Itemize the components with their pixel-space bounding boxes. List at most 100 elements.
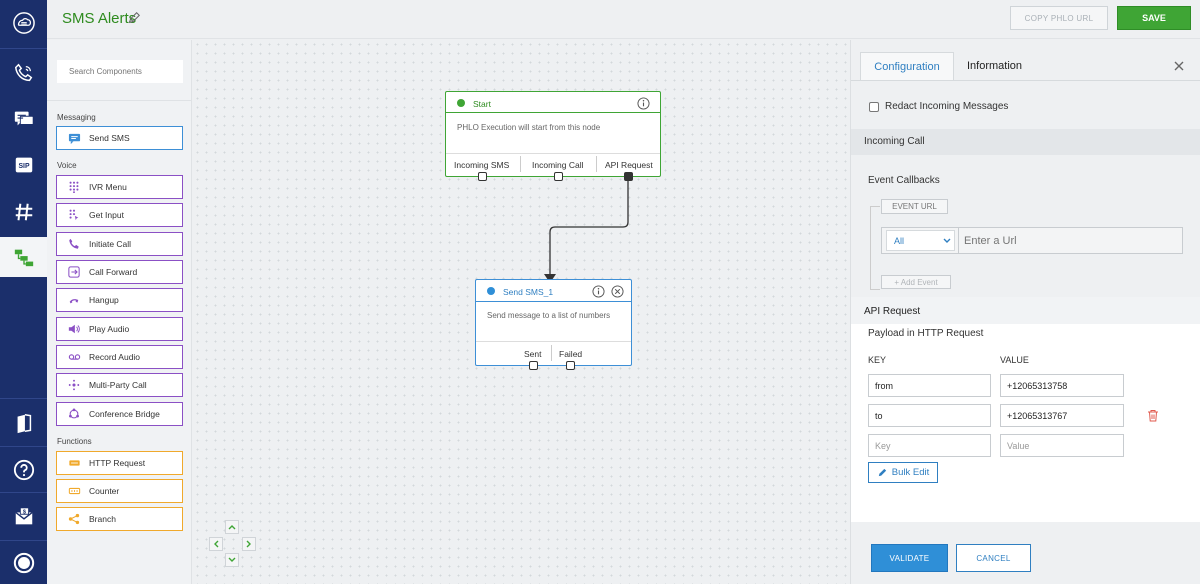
component-send-sms[interactable]: Send SMS [56, 126, 183, 150]
value-input[interactable] [1000, 434, 1124, 457]
component-label: IVR Menu [89, 182, 127, 192]
billing-icon[interactable]: $ [0, 494, 47, 540]
component-initiate-call[interactable]: Initiate Call [56, 232, 183, 256]
socket-api-request[interactable] [624, 172, 633, 181]
key-column-header: KEY [868, 355, 887, 365]
component-call-forward[interactable]: Call Forward [56, 260, 183, 284]
messaging-icon[interactable] [0, 96, 47, 142]
info-icon[interactable] [592, 285, 605, 298]
validate-button[interactable]: VALIDATE [871, 544, 948, 572]
component-branch[interactable]: Branch [56, 507, 183, 531]
phone-icon[interactable] [0, 50, 47, 96]
copy-phlo-url-button[interactable]: COPY PHLO URL [1010, 6, 1108, 30]
chevron-down-icon [943, 238, 951, 243]
bulk-edit-button[interactable]: Bulk Edit [868, 462, 938, 483]
components-panel: Messaging Send SMS Voice IVR Menu Get In… [47, 40, 192, 584]
start-node[interactable]: Start PHLO Execution will start from thi… [445, 91, 661, 181]
node-description: Send message to a list of numbers [487, 311, 611, 320]
bulk-edit-label: Bulk Edit [891, 467, 930, 478]
node-title: Send SMS_1 [503, 287, 554, 297]
status-dot [487, 287, 495, 295]
port-failed: Failed [559, 349, 583, 359]
trash-icon[interactable] [1147, 409, 1159, 422]
event-callbacks-label: Event Callbacks [868, 175, 940, 186]
component-label: Play Audio [89, 324, 130, 334]
socket-incoming-sms[interactable] [478, 172, 487, 181]
component-http-request[interactable]: HTTP Request [56, 451, 183, 475]
add-event-button[interactable]: + Add Event [881, 275, 951, 289]
cancel-button[interactable]: CANCEL [956, 544, 1031, 572]
event-type-select[interactable]: All [886, 230, 955, 251]
port-incoming-sms: Incoming SMS [454, 160, 510, 170]
component-label: Initiate Call [89, 239, 132, 249]
component-get-input[interactable]: Get Input [56, 203, 183, 227]
component-ivr-menu[interactable]: IVR Menu [56, 175, 183, 199]
close-icon[interactable] [1173, 60, 1185, 72]
component-label: Record Audio [89, 352, 141, 362]
redact-label: Redact Incoming Messages [885, 101, 1009, 112]
counter-icon [67, 484, 81, 498]
send-sms-node[interactable]: Send SMS_1 Send message to a list of num… [475, 279, 632, 370]
incoming-call-header[interactable]: Incoming Call [851, 129, 1200, 155]
search-components-input[interactable] [57, 60, 183, 83]
svg-text:SIP: SIP [18, 163, 29, 170]
key-input[interactable] [868, 404, 991, 427]
component-label: Send SMS [89, 133, 130, 143]
api-request-header[interactable]: API Request [851, 297, 1200, 324]
phlo-canvas[interactable]: Start PHLO Execution will start from thi… [193, 40, 850, 584]
phone-call-icon [67, 237, 81, 251]
phlo-icon[interactable] [0, 237, 47, 277]
pan-left-icon[interactable] [209, 537, 223, 551]
value-column-header: VALUE [1000, 355, 1029, 365]
input-icon [67, 208, 81, 222]
payload-label: Payload in HTTP Request [868, 328, 984, 339]
component-label: Counter [89, 486, 120, 496]
pan-right-icon[interactable] [242, 537, 256, 551]
section-voice: Voice [57, 161, 77, 170]
value-input[interactable] [1000, 374, 1124, 397]
socket-failed[interactable] [566, 361, 575, 370]
component-play-audio[interactable]: Play Audio [56, 317, 183, 341]
component-conference-bridge[interactable]: Conference Bridge [56, 402, 183, 426]
pencil-icon [878, 468, 886, 477]
pan-up-icon[interactable] [225, 520, 239, 534]
port-api-request: API Request [605, 160, 653, 170]
top-bar: SMS Alerts COPY PHLO URL SAVE [47, 0, 1200, 39]
redact-checkbox[interactable] [869, 102, 879, 112]
number-icon[interactable] [0, 189, 47, 235]
socket-incoming-call[interactable] [554, 172, 563, 181]
sip-icon[interactable]: SIP [0, 142, 47, 188]
section-title: Incoming Call [864, 136, 925, 147]
port-incoming-call: Incoming Call [532, 160, 584, 170]
save-button[interactable]: SAVE [1117, 6, 1191, 30]
info-icon[interactable] [637, 97, 650, 110]
voicemail-icon [67, 350, 81, 364]
hangup-icon [67, 293, 81, 307]
component-counter[interactable]: Counter [56, 479, 183, 503]
speaker-icon [67, 322, 81, 336]
conference-icon [67, 407, 81, 421]
value-input[interactable] [1000, 404, 1124, 427]
help-icon[interactable] [0, 447, 47, 493]
event-type-value: All [894, 236, 905, 246]
logo-icon[interactable] [0, 0, 47, 46]
account-icon[interactable] [0, 540, 47, 584]
key-input[interactable] [868, 434, 991, 457]
call-forward-icon [67, 265, 81, 279]
component-label: Branch [89, 514, 116, 524]
component-hangup[interactable]: Hangup [56, 288, 183, 312]
tab-configuration[interactable]: Configuration [860, 52, 954, 81]
docs-icon[interactable] [0, 400, 47, 446]
tab-information[interactable]: Information [967, 60, 1022, 72]
component-label: HTTP Request [89, 458, 146, 468]
pencil-icon[interactable] [127, 11, 141, 25]
key-input[interactable] [868, 374, 991, 397]
component-record-audio[interactable]: Record Audio [56, 345, 183, 369]
component-multi-party-call[interactable]: Multi-Party Call [56, 373, 183, 397]
section-title: API Request [864, 306, 921, 317]
socket-sent[interactable] [529, 361, 538, 370]
event-url-input[interactable] [958, 228, 1182, 253]
event-row: All [881, 227, 1183, 254]
pan-down-icon[interactable] [225, 553, 239, 567]
delete-node-icon[interactable] [611, 285, 624, 298]
